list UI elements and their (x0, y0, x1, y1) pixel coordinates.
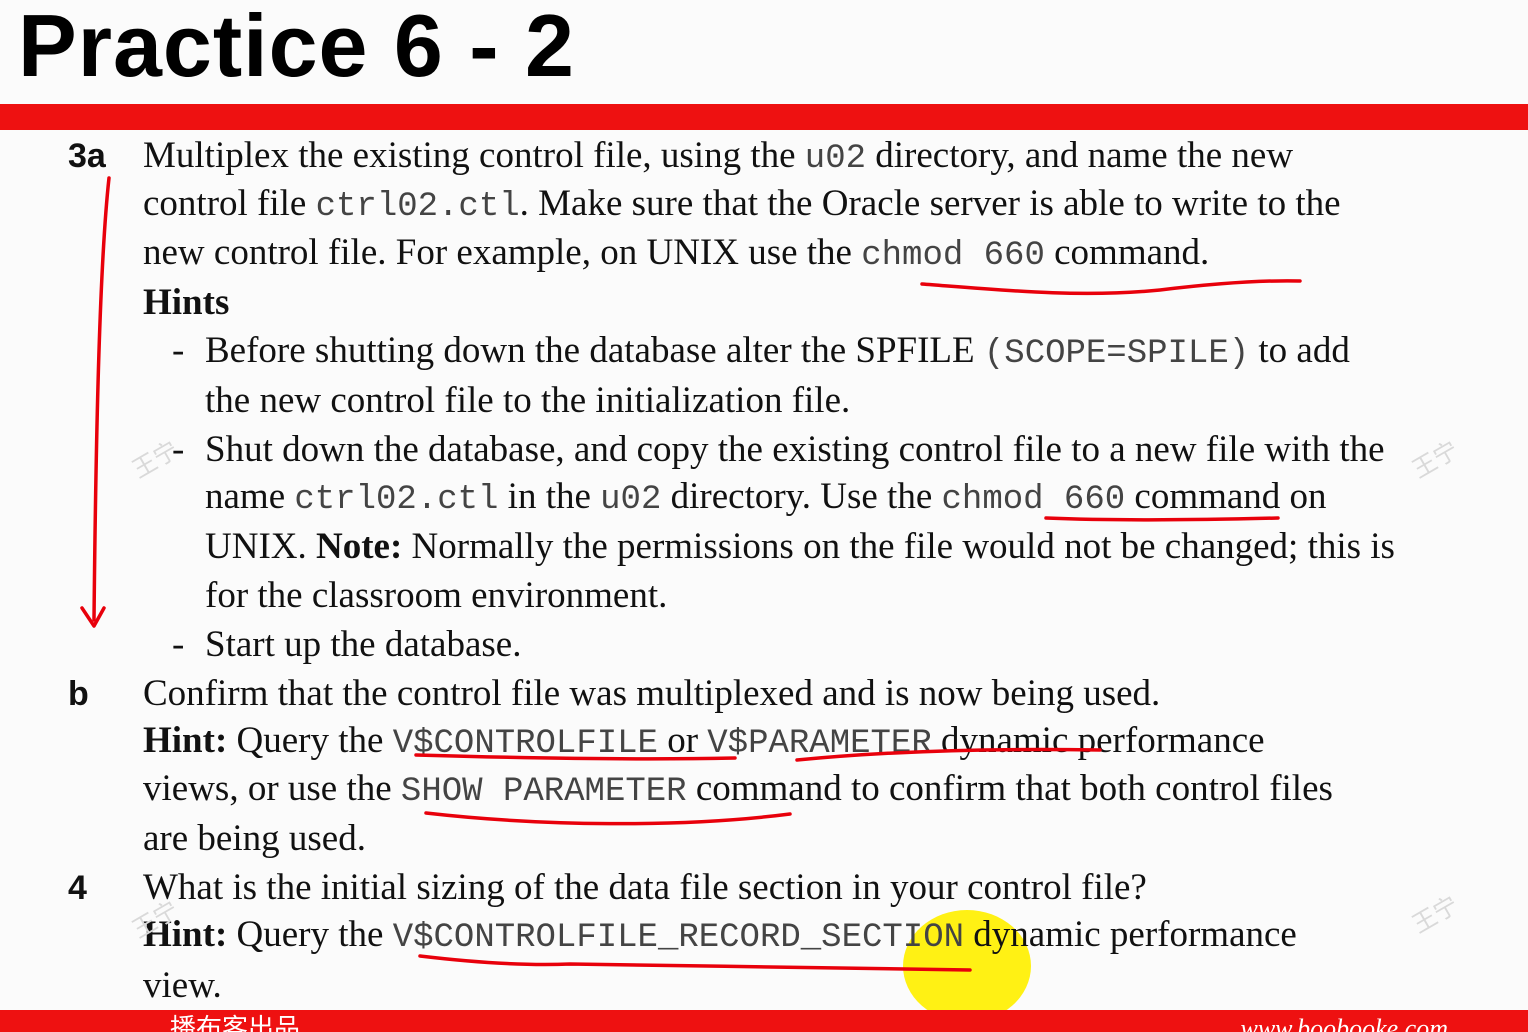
text-line: Hint: Query the V$CONTROLFILE or V$PARAM… (143, 720, 1265, 763)
text-line: Multiplex the existing control file, usi… (143, 135, 1294, 178)
text-line: views, or use the SHOW PARAMETER command… (143, 768, 1333, 811)
code-ctrl02: ctrl02.ctl (315, 188, 520, 226)
item-number-4: 4 (68, 869, 87, 907)
hint-label: Hint: (143, 720, 228, 761)
code-chmod: chmod 660 (861, 237, 1045, 275)
text-line: name ctrl02.ctl in the u02 directory. Us… (205, 476, 1327, 519)
code-scope: (SCOPE=SPILE) (983, 335, 1250, 373)
text-line: are being used. (143, 818, 366, 859)
watermark-text: 王宁 (1407, 890, 1464, 939)
arrow-head (80, 606, 106, 628)
footer-bar: 播布客出品 www.boobooke.com (0, 1010, 1528, 1032)
code-ctrl02: ctrl02.ctl (294, 481, 499, 519)
text-line: for the classroom environment. (205, 575, 668, 616)
text-line: Confirm that the control file was multip… (143, 673, 1161, 714)
code-show-parameter: SHOW PARAMETER (400, 773, 687, 811)
code-chmod: chmod 660 (941, 481, 1126, 519)
text-line: new control file. For example, on UNIX u… (143, 232, 1210, 275)
title-divider-bar (0, 104, 1528, 130)
text-line: Start up the database. (205, 624, 522, 665)
text-line: view. (143, 965, 222, 1006)
arrow-line (92, 176, 111, 622)
code-u02: u02 (600, 481, 662, 519)
text-line: UNIX. Note: Normally the permissions on … (205, 526, 1395, 567)
footer-brand: 播布客出品 (170, 1014, 301, 1032)
note-label: Note: (315, 526, 403, 567)
bullet-dash: - (172, 624, 185, 665)
underline-chmod (920, 279, 1302, 296)
underline-show-parameter (424, 811, 792, 826)
code-vcontrolfile: V$CONTROLFILE (392, 725, 658, 763)
text-line: the new control file to the initializati… (205, 380, 851, 421)
text-line: Before shutting down the database alter … (205, 330, 1350, 373)
hints-heading: Hints (143, 282, 230, 323)
code-u02: u02 (804, 140, 867, 178)
item-number-3a: 3a (68, 137, 106, 175)
text-line: What is the initial sizing of the data f… (143, 867, 1147, 908)
code-vparameter: V$PARAMETER (707, 725, 932, 763)
footer-url: www.boobooke.com (1240, 1014, 1449, 1032)
item-number-b: b (68, 675, 89, 713)
slide-title: Practice 6 - 2 (18, 0, 575, 95)
bullet-dash: - (172, 330, 185, 371)
watermark-text: 王宁 (1407, 435, 1464, 484)
code-vcontrolfile-record-section: V$CONTROLFILE_RECORD_SECTION (392, 919, 964, 957)
text-line: Shut down the database, and copy the exi… (205, 429, 1385, 470)
text-line: control file ctrl02.ctl. Make sure that … (143, 183, 1341, 226)
text-line: Hint: Query the V$CONTROLFILE_RECORD_SEC… (143, 914, 1297, 957)
